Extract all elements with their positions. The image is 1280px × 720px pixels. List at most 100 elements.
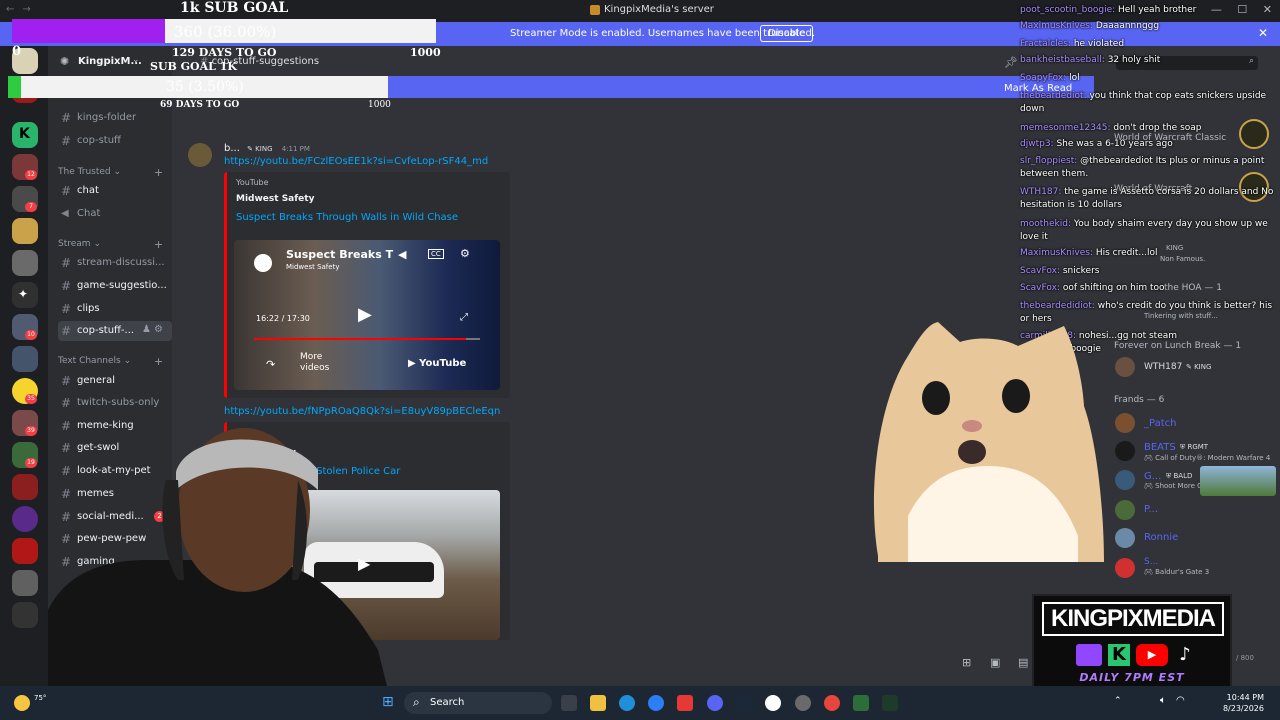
server-icon[interactable] [12, 474, 38, 500]
server-icon[interactable] [12, 218, 38, 244]
volume-icon[interactable]: ◀︎ [398, 248, 406, 261]
server-icon[interactable] [12, 570, 38, 596]
stream-chat-text: don't drop the soap [1113, 123, 1202, 133]
logo-tagline: DAILY 7PM EST [1079, 671, 1185, 684]
avatar[interactable] [188, 143, 212, 167]
server-icon[interactable]: K [12, 122, 38, 148]
file-explorer-icon[interactable] [590, 695, 606, 711]
message-link-1[interactable]: https://youtu.be/FCzlEOsEE1k?si=CvfeLop-… [224, 156, 488, 167]
server-icon[interactable] [12, 538, 38, 564]
member-category: Frands — 6 [1114, 395, 1165, 405]
volume-icon[interactable]: 🔈︎ [1160, 695, 1166, 706]
gif-icon[interactable]: ▣ [990, 656, 1000, 669]
steam-icon[interactable] [736, 695, 752, 711]
server-icon[interactable] [12, 602, 38, 628]
app-icon[interactable] [795, 695, 811, 711]
member-name[interactable]: Ronnie [1144, 532, 1178, 543]
member-name[interactable]: P... [1144, 504, 1158, 515]
add-channel-icon[interactable]: + [154, 355, 163, 368]
member-name[interactable]: G... [1144, 471, 1161, 482]
channel-cop-stuff-suggestions[interactable]: # cop-stuff-... ♟ ⚙ [58, 321, 172, 341]
member-name[interactable]: WTH187 [1144, 362, 1182, 372]
youtube-logo[interactable]: ▶ YouTube [408, 358, 466, 369]
message-link-2[interactable]: https://youtu.be/fNPpROaQ8Qk?si=E8uyV89p… [224, 406, 500, 417]
server-icon[interactable]: ✦ [12, 282, 38, 308]
member-name[interactable]: S... [1144, 557, 1158, 567]
app-icon[interactable] [677, 695, 693, 711]
embed-title[interactable]: Suspect Breaks Through Walls in Wild Cha… [236, 212, 458, 223]
role-label: RGMT [1187, 443, 1209, 451]
stream-chat-user: poot_scootin_boogie: [1020, 5, 1116, 15]
member-name[interactable]: BEATS [1144, 442, 1176, 453]
settings-icon[interactable]: ⚙ [460, 247, 470, 260]
app-icon[interactable] [853, 695, 869, 711]
voice-channel-chat[interactable]: ◀ Chat [58, 204, 172, 224]
stream-chat-text: 32 holy shit [1107, 55, 1161, 65]
avatar[interactable] [1115, 500, 1135, 520]
edge-icon[interactable] [619, 695, 635, 711]
sticker-icon[interactable]: ▤ [1018, 656, 1028, 669]
avatar[interactable] [1115, 558, 1135, 578]
obs-icon[interactable] [765, 695, 781, 711]
play-icon[interactable]: ▶ [358, 304, 372, 325]
windows-start-icon[interactable]: ⊞ [382, 694, 394, 710]
channel-clips[interactable]: # clips [58, 299, 172, 319]
role-badge: ⛨ RGMT [1180, 443, 1209, 451]
more-videos[interactable]: More videos [300, 352, 330, 374]
cc-icon[interactable]: CC [428, 249, 444, 259]
fullscreen-icon[interactable]: ⤢ [460, 312, 468, 323]
category-the-trusted[interactable]: The Trusted ⌄ + [58, 166, 163, 179]
server-icon[interactable] [12, 506, 38, 532]
channel-label: cop-stuff [77, 135, 121, 146]
stream-chat-text: Hell yeah brother [1118, 5, 1197, 15]
channel-game-suggestions[interactable]: # game-suggestio... [58, 276, 172, 296]
member-name[interactable]: _Patch [1144, 418, 1176, 429]
activity-label: 🎮︎ Call of Duty®: Modern Warfare 4 [1144, 454, 1271, 462]
discord-icon[interactable] [707, 695, 723, 711]
channel-cop-stuff[interactable]: # cop-stuff [58, 131, 172, 151]
add-member-icon[interactable]: ♟ [142, 324, 151, 335]
channel-general[interactable]: # general [58, 371, 172, 391]
avatar[interactable] [1115, 470, 1135, 490]
browser-icon[interactable] [648, 695, 664, 711]
stream-chat-user: djwtp3: [1020, 139, 1054, 149]
taskbar-clock[interactable]: 10:44 PM 8/23/2026 [1212, 692, 1264, 714]
cat-overlay [873, 322, 1104, 562]
channel-label: clips [77, 303, 100, 314]
goal-bar-fill [12, 19, 165, 43]
embed-author[interactable]: Midwest Safety [236, 194, 314, 204]
avatar[interactable] [1115, 528, 1135, 548]
channel-chat[interactable]: # chat [58, 181, 172, 201]
gear-icon[interactable]: ⚙ [154, 324, 163, 335]
taskbar-search[interactable]: ⌕ Search [404, 692, 552, 714]
stream-chat-user: ScavFox: [1020, 266, 1060, 276]
video-channel: Midwest Safety [286, 263, 340, 271]
chrome-icon[interactable] [824, 695, 840, 711]
weather-temp: 75° [34, 694, 47, 702]
disable-button[interactable]: Disable [760, 25, 814, 42]
avatar[interactable] [1115, 413, 1135, 433]
gift-icon[interactable]: ⊞ [962, 656, 971, 669]
pin-icon[interactable]: 📌︎ [1004, 56, 1018, 69]
add-channel-icon[interactable]: + [154, 166, 163, 179]
avatar[interactable] [1115, 441, 1135, 461]
video-progress-track[interactable] [254, 338, 480, 340]
task-view-icon[interactable] [561, 695, 577, 711]
server-icon[interactable] [12, 346, 38, 372]
category-stream[interactable]: Stream ⌄ + [58, 238, 163, 251]
goal-progress-label: 360 (36.00%) [174, 23, 277, 41]
video-thumbnail[interactable]: Suspect Breaks T Midwest Safety ◀︎ CC ⚙ … [234, 240, 500, 390]
add-channel-icon[interactable]: + [154, 238, 163, 251]
category-text-channels[interactable]: Text Channels ⌄ + [58, 355, 163, 368]
share-icon[interactable]: ↷ [266, 358, 275, 371]
channel-stream-discussion[interactable]: # stream-discussi... [58, 253, 172, 273]
weather-icon[interactable] [14, 695, 30, 711]
app-icon[interactable] [882, 695, 898, 711]
wifi-icon[interactable]: ◠ [1176, 695, 1185, 706]
server-icon[interactable] [12, 250, 38, 276]
channel-twitch-subs-only[interactable]: # twitch-subs-only [58, 393, 172, 413]
avatar[interactable] [1115, 357, 1135, 377]
hash-icon: # [61, 184, 72, 198]
tray-chevron-icon[interactable]: ⌃ [1114, 696, 1122, 706]
message-author[interactable]: b... [224, 143, 240, 154]
